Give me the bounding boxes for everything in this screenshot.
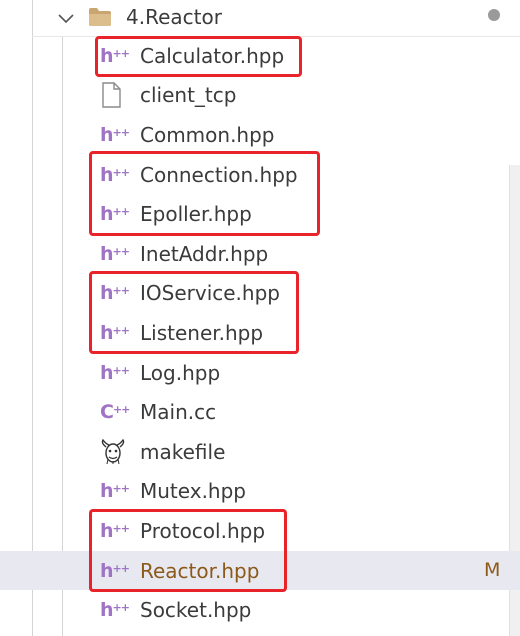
file-name: IOService.hpp bbox=[140, 281, 280, 306]
cpp-header-icon: h++ bbox=[100, 280, 132, 306]
file-row[interactable]: h++ Mutex.hpp bbox=[0, 472, 520, 512]
icon-glyph-suffix: ++ bbox=[112, 125, 130, 139]
cpp-header-icon: h++ bbox=[100, 241, 132, 267]
icon-glyph-suffix: ++ bbox=[112, 205, 130, 219]
icon-glyph-suffix: ++ bbox=[112, 601, 130, 615]
file-row[interactable]: h++ InetAddr.hpp bbox=[0, 234, 520, 274]
gnu-makefile-icon bbox=[100, 438, 132, 465]
git-status-badge: M bbox=[484, 558, 501, 581]
cpp-header-icon: h++ bbox=[100, 478, 132, 504]
file-name: makefile bbox=[140, 439, 226, 464]
icon-glyph-suffix: ++ bbox=[112, 521, 130, 535]
file-name: Reactor.hpp bbox=[140, 558, 260, 583]
cpp-header-icon: h++ bbox=[100, 43, 132, 69]
file-row[interactable]: h++ IOService.hpp bbox=[0, 274, 520, 314]
file-name: Mutex.hpp bbox=[140, 479, 246, 504]
icon-glyph-suffix: ++ bbox=[112, 323, 130, 337]
file-row[interactable]: h++ Calculator.hpp bbox=[0, 36, 520, 76]
file-name: Protocol.hpp bbox=[140, 518, 266, 543]
folder-row[interactable]: 4.Reactor bbox=[0, 0, 520, 34]
folder-icon bbox=[88, 7, 112, 27]
cpp-header-icon: h++ bbox=[100, 122, 132, 148]
file-row[interactable]: h++ Log.hpp bbox=[0, 353, 520, 393]
status-dot bbox=[488, 9, 500, 21]
file-row[interactable]: h++ Connection.hpp bbox=[0, 155, 520, 195]
file-name: Connection.hpp bbox=[140, 162, 298, 187]
cpp-header-icon: h++ bbox=[100, 597, 132, 623]
icon-glyph: C bbox=[100, 401, 114, 424]
file-row[interactable]: C++ Main.cc bbox=[0, 392, 520, 432]
file-name: Socket.hpp bbox=[140, 598, 252, 623]
file-row[interactable]: h++ Socket.hpp bbox=[0, 590, 520, 630]
icon-glyph-suffix: ++ bbox=[112, 363, 130, 377]
icon-glyph: h bbox=[100, 480, 113, 503]
icon-glyph-suffix: ++ bbox=[112, 244, 130, 258]
generic-file-icon bbox=[100, 82, 132, 109]
folder-name: 4.Reactor bbox=[126, 5, 222, 29]
file-name: Common.hpp bbox=[140, 122, 275, 147]
icon-glyph: h bbox=[100, 519, 113, 542]
icon-glyph: h bbox=[100, 559, 113, 582]
file-row[interactable]: h++ Protocol.hpp bbox=[0, 511, 520, 551]
chevron-down-icon[interactable] bbox=[56, 9, 76, 29]
cpp-header-icon: h++ bbox=[100, 201, 132, 227]
icon-glyph: h bbox=[100, 282, 113, 305]
icon-glyph: h bbox=[100, 361, 113, 384]
file-row[interactable]: h++ Epoller.hpp bbox=[0, 194, 520, 234]
icon-glyph: h bbox=[100, 321, 113, 344]
file-row[interactable]: h++ Common.hpp bbox=[0, 115, 520, 155]
file-row[interactable]: h++ Reactor.hpp M bbox=[0, 550, 520, 591]
icon-glyph: h bbox=[100, 163, 113, 186]
icon-glyph-suffix: ++ bbox=[112, 46, 130, 60]
icon-glyph: h bbox=[100, 599, 113, 622]
cpp-header-icon: h++ bbox=[100, 518, 132, 544]
file-row[interactable]: h++ Listener.hpp bbox=[0, 313, 520, 353]
icon-glyph: h bbox=[100, 123, 113, 146]
file-name: Main.cc bbox=[140, 400, 217, 425]
file-name: Epoller.hpp bbox=[140, 202, 252, 227]
icon-glyph-suffix: ++ bbox=[112, 482, 130, 496]
icon-glyph: h bbox=[100, 242, 113, 265]
icon-glyph-suffix: ++ bbox=[112, 561, 130, 575]
file-name: InetAddr.hpp bbox=[140, 241, 269, 266]
icon-glyph: h bbox=[100, 44, 113, 67]
file-name: client_tcp bbox=[140, 83, 237, 108]
cpp-header-icon: h++ bbox=[100, 162, 132, 188]
icon-glyph-suffix: ++ bbox=[112, 165, 130, 179]
cpp-header-icon: h++ bbox=[100, 360, 132, 386]
cpp-source-icon: C++ bbox=[100, 399, 132, 425]
file-name: Listener.hpp bbox=[140, 320, 264, 345]
icon-glyph-suffix: ++ bbox=[112, 403, 130, 417]
icon-glyph: h bbox=[100, 203, 113, 226]
cpp-header-icon: h++ bbox=[100, 558, 132, 584]
icon-glyph-suffix: ++ bbox=[112, 284, 130, 298]
file-row[interactable]: client_tcp bbox=[0, 76, 520, 116]
file-row[interactable]: makefile bbox=[0, 432, 520, 472]
file-name: Log.hpp bbox=[140, 360, 221, 385]
cpp-header-icon: h++ bbox=[100, 320, 132, 346]
file-name: Calculator.hpp bbox=[140, 43, 285, 68]
